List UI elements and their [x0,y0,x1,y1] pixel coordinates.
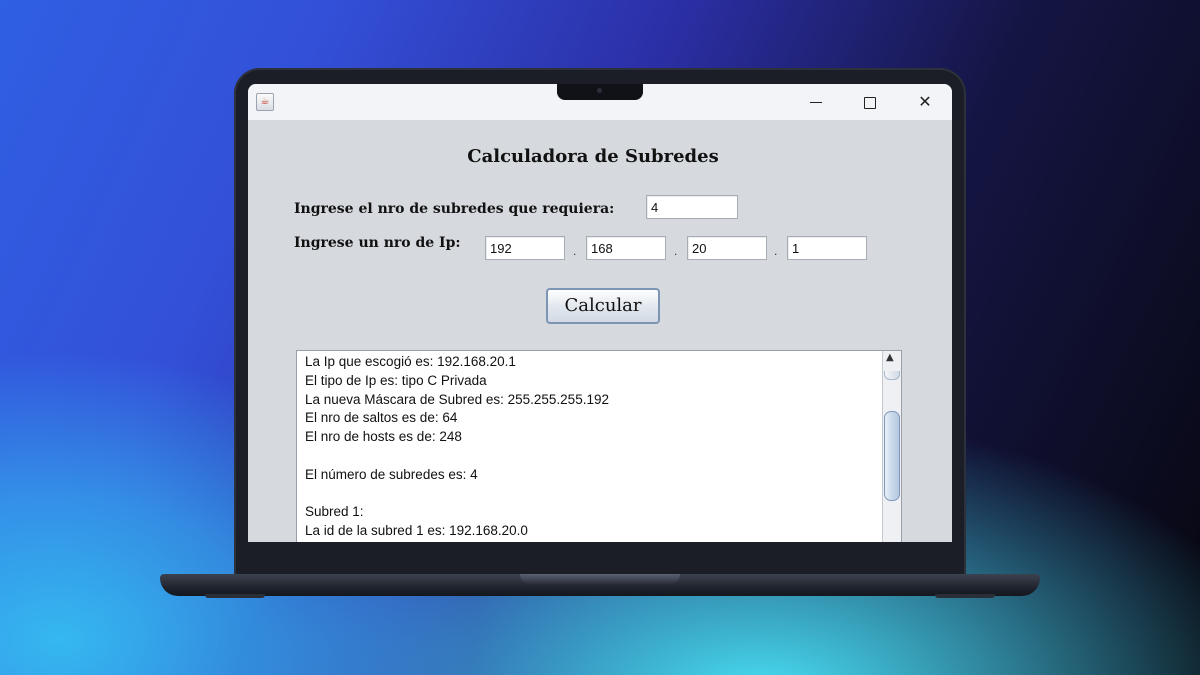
result-line: La id de la subred 1 es: 192.168.20.0 [305,523,528,539]
ip-label: Ingrese un nro de Ip: [294,235,461,251]
maximize-icon [864,96,876,109]
laptop-foot-left [205,594,265,598]
result-line [305,447,875,466]
ip-octet-1-input[interactable]: 192 [485,236,565,260]
ip-octet-2-input[interactable]: 168 [586,236,666,260]
scroll-track-cap [884,371,900,380]
ip-octet-4-input[interactable]: 1 [787,236,867,260]
result-line: La nueva Máscara de Subred es: 255.255.2… [305,391,609,407]
camera-notch [557,84,643,100]
laptop-foot-right [935,594,995,598]
camera-icon [597,88,602,93]
app-window: ☕ ✕ Calculadora de Subredes Ingrese el n… [248,84,952,542]
minimize-button[interactable] [796,90,836,114]
close-icon: ✕ [918,92,932,111]
page-title: Calculadora de Subredes [467,146,719,167]
laptop-hinge [520,574,680,584]
result-line: Subred 1: [305,504,364,520]
result-line: La Ip que escogió es: 192.168.20.1 [305,354,516,369]
results-textarea[interactable]: La Ip que escogió es: 192.168.20.1 El ti… [296,350,902,542]
ip-separator: . [674,244,678,258]
minimize-icon [810,102,822,103]
scroll-up-arrow-icon[interactable]: ▲ [886,352,894,363]
result-line [305,485,875,504]
results-text: La Ip que escogió es: 192.168.20.1 El ti… [305,353,875,541]
calculate-button[interactable]: Calcular [546,288,660,324]
subnets-label: Ingrese el nro de subredes que requiera: [294,201,615,217]
ip-separator: . [774,244,778,258]
maximize-button[interactable] [850,90,890,114]
result-line: El número de subredes es: 4 [305,466,478,482]
result-line: El nro de hosts es de: 248 [305,429,462,445]
java-cup-icon[interactable]: ☕ [256,93,274,111]
scroll-thumb[interactable] [884,411,900,501]
close-button[interactable]: ✕ [905,90,945,114]
ip-octet-3-input[interactable]: 20 [687,236,767,260]
result-line: El tipo de Ip es: tipo C Privada [305,372,487,388]
subnets-input[interactable]: 4 [646,195,738,219]
ip-separator: . [573,244,577,258]
vertical-scrollbar[interactable]: ▲ [882,351,901,542]
result-line: El nro de saltos es de: 64 [305,410,458,426]
